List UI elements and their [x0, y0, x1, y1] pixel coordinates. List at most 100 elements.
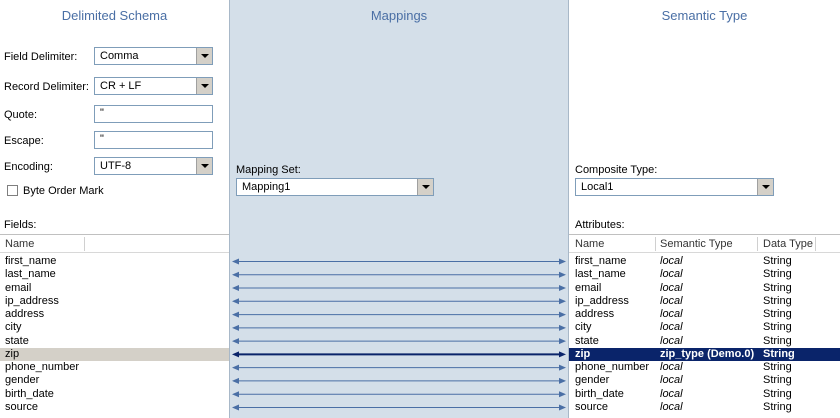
semantic-type-title: Semantic Type: [661, 8, 748, 23]
record-delimiter-select[interactable]: CR + LF: [94, 77, 213, 95]
quote-value: ": [100, 107, 104, 119]
field-row[interactable]: city: [0, 321, 229, 334]
attribute-row[interactable]: address local String: [569, 308, 840, 321]
mapping-arrow[interactable]: [232, 311, 566, 318]
escape-label: Escape:: [4, 135, 44, 147]
attribute-row[interactable]: ip_address local String: [569, 295, 840, 308]
mapping-arrow[interactable]: [232, 338, 566, 345]
mapping-arrows: [232, 258, 566, 411]
attribute-row[interactable]: source local String: [569, 401, 840, 414]
field-name: gender: [5, 374, 40, 387]
field-delimiter-label: Field Delimiter:: [4, 51, 78, 63]
field-row[interactable]: zip: [0, 347, 229, 361]
attribute-semantic-type: local: [660, 294, 683, 307]
attribute-data-type: String: [763, 387, 792, 400]
mapping-arrow[interactable]: [232, 285, 566, 292]
mapping-arrow[interactable]: [232, 377, 566, 384]
field-name: birth_date: [5, 387, 54, 400]
attribute-semantic-type: local: [660, 255, 683, 267]
composite-type-label: Composite Type:: [575, 164, 658, 176]
attribute-semantic-type: local: [660, 281, 683, 294]
attribute-row[interactable]: last_name local String: [569, 268, 840, 281]
composite-type-select[interactable]: Local1: [575, 178, 774, 196]
attribute-name: birth_date: [575, 387, 624, 400]
attribute-row[interactable]: state local String: [569, 335, 840, 348]
attribute-row[interactable]: gender local String: [569, 374, 840, 387]
field-row[interactable]: state: [0, 335, 229, 348]
attribute-semantic-type: local: [660, 374, 683, 387]
attribute-row[interactable]: city local String: [569, 321, 840, 334]
field-name: ip_address: [5, 294, 59, 307]
column-divider[interactable]: [757, 237, 758, 251]
attributes-col-name[interactable]: Name: [575, 238, 604, 250]
mapping-arrow[interactable]: [232, 298, 566, 305]
escape-input[interactable]: ": [94, 131, 213, 149]
chevron-down-icon[interactable]: [196, 78, 212, 94]
attribute-semantic-type: zip_type (Demo.0): [660, 347, 755, 360]
attribute-row[interactable]: zip zip_type (Demo.0) String: [569, 347, 840, 361]
attribute-semantic-type: local: [660, 334, 683, 347]
attribute-data-type: String: [763, 334, 792, 347]
attribute-semantic-type: local: [660, 268, 683, 281]
attributes-table-header: Name Semantic Type Data Type: [569, 234, 840, 253]
attribute-semantic-type: local: [660, 321, 683, 334]
attribute-semantic-type: local: [660, 361, 683, 374]
field-row[interactable]: birth_date: [0, 388, 229, 401]
field-name: phone_number: [5, 361, 80, 374]
attribute-name: state: [575, 334, 599, 347]
field-row[interactable]: last_name: [0, 268, 229, 281]
column-divider[interactable]: [655, 237, 656, 251]
field-name: address: [5, 308, 45, 321]
attribute-row[interactable]: phone_number local String: [569, 361, 840, 374]
column-divider[interactable]: [815, 237, 816, 251]
quote-input[interactable]: ": [94, 105, 213, 123]
attributes-col-semantic-type[interactable]: Semantic Type: [660, 238, 733, 250]
field-row[interactable]: ip_address: [0, 295, 229, 308]
attribute-name: gender: [575, 374, 610, 387]
mapping-arrow[interactable]: [232, 324, 566, 331]
fields-label: Fields:: [4, 219, 37, 231]
mapping-arrow[interactable]: [232, 258, 566, 265]
encoding-value: UTF-8: [100, 160, 132, 172]
mapping-arrow[interactable]: [232, 404, 566, 411]
byte-order-mark-checkbox[interactable]: [7, 185, 18, 196]
field-name: source: [5, 400, 39, 413]
mapping-arrow[interactable]: [232, 351, 566, 358]
record-delimiter-value: CR + LF: [100, 80, 142, 92]
attribute-name: email: [575, 281, 602, 294]
field-delimiter-select[interactable]: Comma: [94, 47, 213, 65]
mapping-arrow[interactable]: [232, 391, 566, 398]
attributes-label: Attributes:: [575, 219, 625, 231]
attribute-row[interactable]: email local String: [569, 282, 840, 295]
mapping-arrow[interactable]: [232, 271, 566, 278]
byte-order-mark-label: Byte Order Mark: [23, 185, 104, 197]
record-delimiter-label: Record Delimiter:: [4, 81, 89, 93]
chevron-down-icon[interactable]: [196, 158, 212, 174]
composite-type-value: Local1: [581, 181, 614, 193]
attribute-row[interactable]: first_name local String: [569, 255, 840, 268]
field-row[interactable]: source: [0, 401, 229, 414]
field-row[interactable]: address: [0, 308, 229, 321]
column-divider[interactable]: [84, 237, 85, 251]
field-row[interactable]: first_name: [0, 255, 229, 268]
attribute-data-type: String: [763, 400, 792, 413]
encoding-select[interactable]: UTF-8: [94, 157, 213, 175]
attribute-data-type: String: [763, 361, 792, 374]
attribute-row[interactable]: birth_date local String: [569, 388, 840, 401]
field-row[interactable]: gender: [0, 374, 229, 387]
attribute-semantic-type: local: [660, 400, 683, 413]
quote-label: Quote:: [4, 109, 38, 121]
mapping-arrow[interactable]: [232, 364, 566, 371]
attributes-col-data-type[interactable]: Data Type: [763, 238, 813, 250]
attribute-data-type: String: [763, 255, 792, 267]
attribute-data-type: String: [763, 281, 792, 294]
chevron-down-icon[interactable]: [757, 179, 773, 195]
attribute-name: city: [575, 321, 592, 334]
attribute-name: zip: [575, 347, 591, 360]
escape-value: ": [100, 133, 104, 145]
fields-col-name[interactable]: Name: [5, 238, 34, 250]
field-row[interactable]: email: [0, 282, 229, 295]
chevron-down-icon[interactable]: [196, 48, 212, 64]
delimited-schema-title: Delimited Schema: [61, 8, 168, 23]
field-row[interactable]: phone_number: [0, 361, 229, 374]
